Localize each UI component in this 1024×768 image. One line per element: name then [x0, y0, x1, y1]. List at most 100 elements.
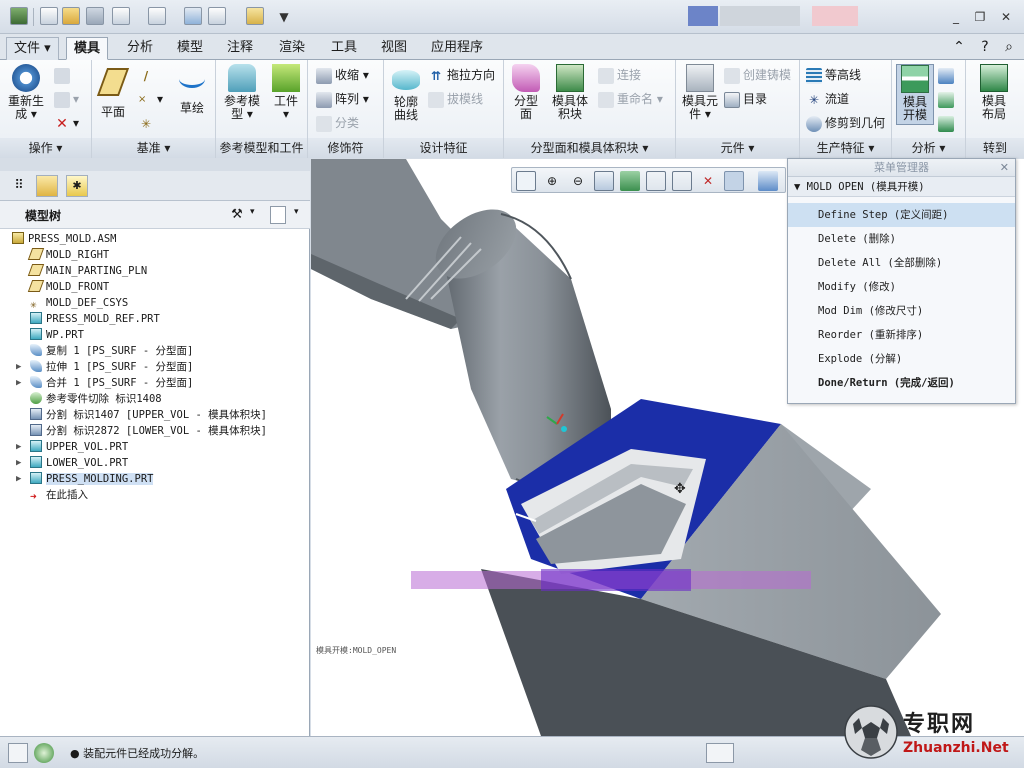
- expand-triangle-icon[interactable]: ▶: [16, 375, 21, 391]
- tree-item[interactable]: PRESS_MOLD_REF.PRT: [30, 311, 160, 327]
- draft-line-button[interactable]: 拔模线: [428, 88, 483, 110]
- tab-mold[interactable]: 模具: [66, 37, 109, 60]
- tree-settings-dropdown-icon[interactable]: ▾: [250, 207, 255, 217]
- menu-item[interactable]: Reorder (重新排序): [788, 323, 1015, 347]
- tree-columns-icon[interactable]: [270, 206, 286, 224]
- connect-button[interactable]: 连接: [598, 64, 641, 86]
- search-icon[interactable]: ⌕: [1000, 38, 1018, 56]
- tree-item[interactable]: 分割 标识2872 [LOWER_VOL - 模具体积块]: [30, 423, 267, 439]
- tree-item[interactable]: WP.PRT: [30, 327, 84, 343]
- minimize-icon[interactable]: _: [946, 8, 966, 26]
- classify-button[interactable]: 分类: [316, 112, 359, 134]
- axis-button[interactable]: /: [138, 64, 157, 86]
- tab-applications[interactable]: 应用程序: [424, 37, 490, 60]
- shrink-button[interactable]: 收缩 ▾: [316, 64, 369, 86]
- repaint-icon[interactable]: [594, 171, 614, 191]
- thickness-check-button[interactable]: [938, 88, 957, 110]
- menu-manager-close-icon[interactable]: ✕: [1000, 159, 1009, 177]
- save-icon[interactable]: [86, 7, 104, 25]
- tree-item[interactable]: MOLD_RIGHT: [27, 247, 109, 263]
- expand-triangle-icon[interactable]: ▶: [16, 359, 21, 375]
- mold-volume-button[interactable]: 模具体 积块: [548, 64, 592, 121]
- expand-triangle-icon[interactable]: ▶: [16, 455, 21, 471]
- tree-item[interactable]: 分割 标识1407 [UPPER_VOL - 模具体积块]: [30, 407, 267, 423]
- tree-item[interactable]: ▶ 合并 1 [PS_SURF - 分型面]: [16, 375, 193, 391]
- group-label-parting[interactable]: 分型面和模具体积块 ▾: [504, 138, 675, 158]
- mold-open-button[interactable]: 模具 开模: [896, 64, 934, 125]
- menu-item[interactable]: Mod Dim (修改尺寸): [788, 299, 1015, 323]
- tree-item[interactable]: PRESS_MOLD.ASM: [12, 231, 117, 247]
- annotation-display-icon[interactable]: [758, 171, 778, 191]
- sketch-button[interactable]: 草绘: [174, 64, 210, 115]
- pull-direction-button[interactable]: ⇈ 拖拉方向: [428, 64, 495, 86]
- new-file-icon[interactable]: [40, 7, 58, 25]
- pattern-button[interactable]: 阵列 ▾: [316, 88, 369, 110]
- tree-item[interactable]: ▶ PRESS_MOLDING.PRT: [16, 471, 154, 487]
- display-style-icon[interactable]: [620, 171, 640, 191]
- close-window-icon[interactable]: [246, 7, 264, 25]
- group-label-production[interactable]: 生产特征 ▾: [800, 138, 891, 158]
- tab-model[interactable]: 模型: [170, 37, 210, 60]
- expand-triangle-icon[interactable]: ▶: [16, 439, 21, 455]
- tree-item[interactable]: ✳ MOLD_DEF_CSYS: [30, 295, 128, 311]
- favorites-tab-icon[interactable]: ✱: [66, 175, 88, 197]
- help-icon[interactable]: ?: [976, 38, 994, 56]
- menu-item[interactable]: Define Step (定义间距): [788, 203, 1015, 227]
- tree-item[interactable]: MOLD_FRONT: [27, 279, 109, 295]
- create-casting-button[interactable]: 创建铸模: [724, 64, 791, 86]
- zoom-in-icon[interactable]: ⊕: [542, 171, 562, 191]
- tree-item[interactable]: ▶ UPPER_VOL.PRT: [16, 439, 128, 455]
- model-tree-tab-icon[interactable]: ⠿: [8, 175, 30, 197]
- tab-tools[interactable]: 工具: [324, 37, 364, 60]
- tree-settings-icon[interactable]: ⚒: [228, 206, 246, 224]
- folder-browser-tab-icon[interactable]: [36, 175, 58, 197]
- spin-center-icon[interactable]: [724, 171, 744, 191]
- undo-icon[interactable]: [112, 7, 130, 25]
- menu-section-mold-open[interactable]: ▼ MOLD OPEN (模具开模): [788, 177, 1015, 197]
- redo-icon[interactable]: [148, 7, 166, 25]
- menu-item[interactable]: Done/Return (完成/返回): [788, 371, 1015, 395]
- contour-lines-button[interactable]: 等高线: [806, 64, 861, 86]
- parting-surface-button[interactable]: 分型 面: [508, 64, 544, 121]
- window-icon[interactable]: [208, 7, 226, 25]
- mold-layout-button[interactable]: 模具 布局: [974, 64, 1014, 121]
- paste-button[interactable]: ▾: [54, 88, 79, 110]
- mold-component-button[interactable]: 模具元 件 ▾: [680, 64, 720, 121]
- menu-item[interactable]: Delete (删除): [788, 227, 1015, 251]
- group-label-analysis[interactable]: 分析 ▾: [892, 138, 965, 158]
- delete-button[interactable]: ✕ ▾: [54, 112, 79, 134]
- refit-icon[interactable]: [516, 171, 536, 191]
- navigator-toggle-icon[interactable]: [8, 743, 28, 763]
- menu-item[interactable]: Delete All (全部删除): [788, 251, 1015, 275]
- saved-views-icon[interactable]: [646, 171, 666, 191]
- tab-annotate[interactable]: 注释: [220, 37, 260, 60]
- tree-item[interactable]: 复制 1 [PS_SURF - 分型面]: [30, 343, 193, 359]
- selection-filter-icon[interactable]: [706, 743, 734, 763]
- restore-icon[interactable]: ❐: [970, 8, 990, 26]
- expand-triangle-icon[interactable]: ▶: [16, 471, 21, 487]
- draft-check-button[interactable]: [938, 64, 957, 86]
- tab-file[interactable]: 文件 ▾: [6, 37, 59, 60]
- tree-item[interactable]: ▶ LOWER_VOL.PRT: [16, 455, 128, 471]
- tab-analysis[interactable]: 分析: [120, 37, 160, 60]
- open-folder-icon[interactable]: [62, 7, 80, 25]
- contour-curve-button[interactable]: 轮廓 曲线: [388, 64, 424, 122]
- tree-item[interactable]: MAIN_PARTING_PLN: [27, 263, 147, 279]
- regenerate-button[interactable]: 重新生 成 ▾: [6, 64, 46, 121]
- tree-item[interactable]: ➜ 在此插入: [30, 487, 88, 503]
- runner-button[interactable]: ✳ 流道: [806, 88, 849, 110]
- copy-button[interactable]: [54, 64, 73, 86]
- customize-chevron-icon[interactable]: ▼: [274, 8, 294, 26]
- tab-render[interactable]: 渲染: [272, 37, 312, 60]
- collapse-ribbon-icon[interactable]: ⌃: [950, 38, 968, 56]
- menu-item[interactable]: Explode (分解): [788, 347, 1015, 371]
- workpiece-button[interactable]: 工件 ▾: [268, 64, 304, 121]
- regenerate-icon[interactable]: [184, 7, 202, 25]
- tree-columns-dropdown-icon[interactable]: ▾: [294, 207, 299, 217]
- rename-button[interactable]: 重命名 ▾: [598, 88, 663, 110]
- datum-display-icon[interactable]: ✕: [698, 171, 718, 191]
- view-manager-icon[interactable]: [672, 171, 692, 191]
- group-label-component[interactable]: 元件 ▾: [676, 138, 799, 158]
- trim-to-geometry-button[interactable]: 修剪到几何: [806, 112, 885, 134]
- close-icon[interactable]: ✕: [996, 8, 1016, 26]
